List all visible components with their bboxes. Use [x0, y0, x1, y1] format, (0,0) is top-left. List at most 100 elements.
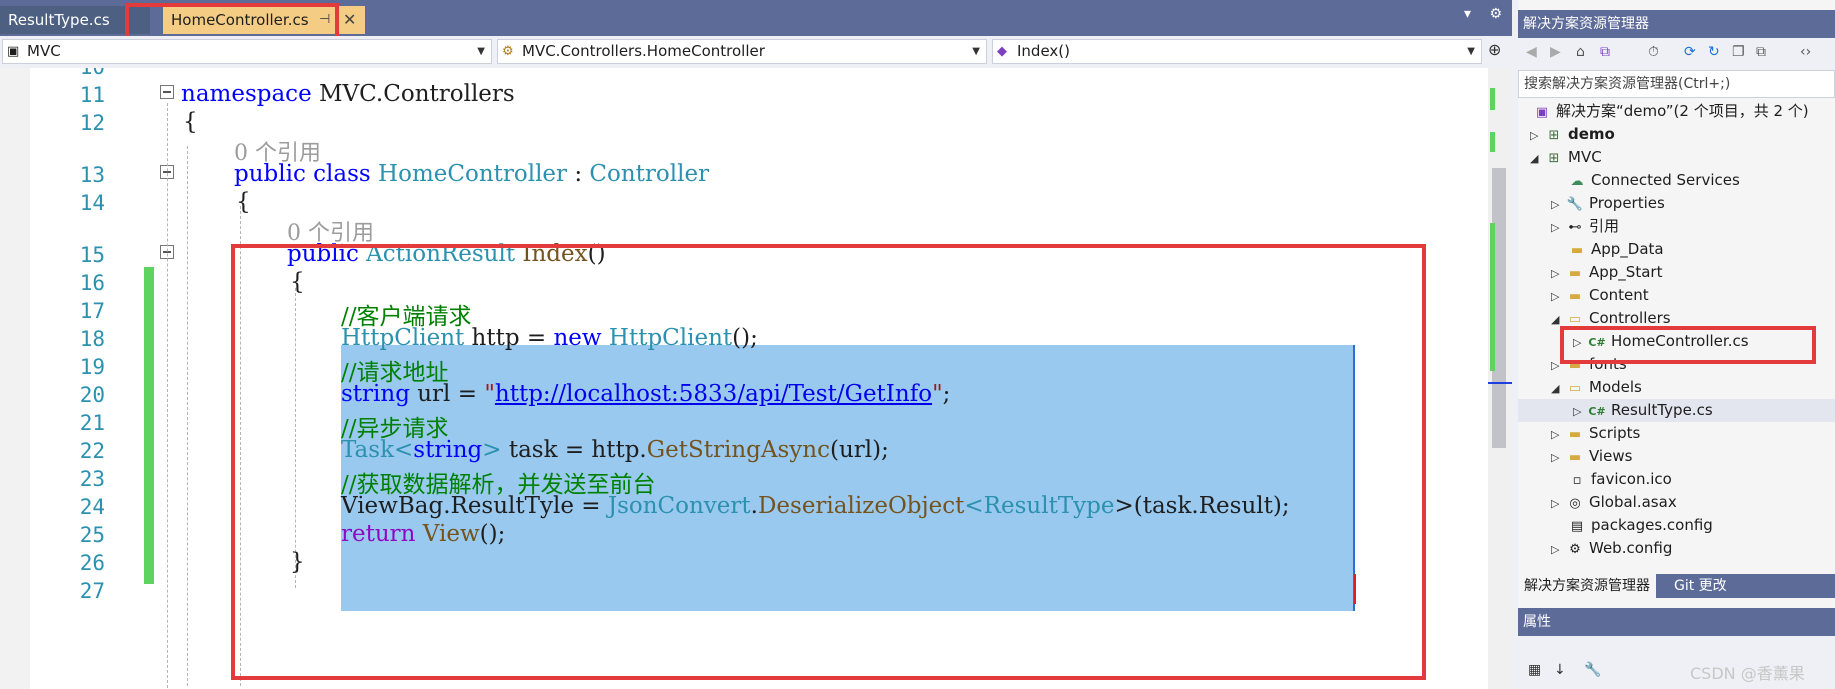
- line-number: 11: [79, 83, 105, 107]
- show-all-files-icon[interactable]: ⧉: [1756, 44, 1766, 60]
- tree-item-favicon[interactable]: ▫ favicon.ico: [1567, 468, 1672, 491]
- keyword: class: [305, 161, 371, 187]
- pending-changes-icon[interactable]: ⏱: [1648, 44, 1659, 60]
- tree-item-views[interactable]: ▷ ▬ Views: [1551, 445, 1632, 468]
- collapse-icon[interactable]: ◢: [1530, 147, 1544, 170]
- home-icon[interactable]: ⌂: [1576, 44, 1585, 60]
- expand-icon[interactable]: ▷: [1551, 492, 1565, 515]
- line-number: 25: [79, 523, 105, 547]
- tree-item-properties[interactable]: ▷ 🔧 Properties: [1551, 192, 1665, 215]
- expand-icon[interactable]: ▷: [1573, 400, 1587, 423]
- solution-icon: ▣: [1535, 105, 1549, 120]
- project-icon: ⊞: [1548, 151, 1560, 166]
- split-editor-icon[interactable]: ⊕: [1488, 40, 1501, 59]
- config-file-icon: ▤: [1570, 519, 1584, 534]
- line-number: 13: [79, 163, 105, 187]
- tree-item-references[interactable]: ▷ ⊷ 引用: [1551, 215, 1619, 238]
- collapse-all-icon[interactable]: ❐: [1732, 44, 1745, 60]
- tree-item-content[interactable]: ▷ ▬ Content: [1551, 284, 1649, 307]
- indent-guide: [167, 103, 168, 689]
- line-number: 14: [79, 191, 105, 215]
- tree-item-label: Global.asax: [1589, 493, 1677, 511]
- line-number: 24: [79, 495, 105, 519]
- tree-item-label: ResultType.cs: [1611, 401, 1713, 419]
- back-icon[interactable]: ◀: [1526, 44, 1537, 60]
- tree-item-label: Connected Services: [1591, 171, 1740, 189]
- folder-icon: ▬: [1570, 243, 1584, 258]
- wrench-icon: 🔧: [1566, 197, 1584, 212]
- properties-title: 属性: [1518, 608, 1835, 636]
- folder-icon: ▬: [1568, 427, 1582, 442]
- watermark: CSDN @香薰果: [1690, 664, 1805, 683]
- keyword: namespace: [181, 81, 312, 107]
- keyword: public: [234, 161, 306, 187]
- close-icon[interactable]: ✕: [343, 6, 356, 34]
- namespace-name: MVC.Controllers: [311, 81, 515, 107]
- solution-explorer-tab-strip: 解决方案资源管理器 Git 更改: [1518, 574, 1835, 598]
- tree-item-label: App_Start: [1589, 263, 1663, 281]
- tree-item-label: demo: [1568, 125, 1615, 143]
- wrench-icon[interactable]: 🔧: [1584, 662, 1601, 678]
- forward-icon[interactable]: ▶: [1550, 44, 1561, 60]
- expand-icon[interactable]: ▷: [1551, 423, 1565, 446]
- vertical-scrollbar[interactable]: [1488, 68, 1512, 689]
- scrollbar-position-marker: [1488, 382, 1512, 384]
- expand-icon[interactable]: ▷: [1551, 216, 1565, 239]
- tab-dropdown-icon[interactable]: ▾: [1464, 6, 1471, 22]
- highlight-box-file: [1560, 326, 1816, 364]
- line-number: 16: [79, 271, 105, 295]
- tree-item-label: favicon.ico: [1591, 470, 1672, 488]
- tree-item-demo[interactable]: ▷ ⊞ demo: [1530, 123, 1615, 146]
- expand-icon[interactable]: ▷: [1551, 538, 1565, 561]
- tree-item-label: packages.config: [1591, 516, 1713, 534]
- tab-solution-explorer[interactable]: 解决方案资源管理器: [1518, 574, 1656, 598]
- highlight-box-method: [231, 244, 1426, 680]
- tree-item-packages-config[interactable]: ▤ packages.config: [1567, 514, 1713, 537]
- tab-tools: ▾ ⚙: [1450, 6, 1502, 22]
- tab-git-changes[interactable]: Git 更改: [1668, 574, 1733, 598]
- member-dropdown[interactable]: ◆ Index() ▼: [992, 39, 1482, 64]
- sync-icon[interactable]: ⟳: [1684, 44, 1696, 60]
- tree-item-models[interactable]: ◢ ▭ Models: [1551, 376, 1642, 399]
- outline-collapse-icon[interactable]: [160, 85, 174, 99]
- folder-icon: ▬: [1568, 289, 1582, 304]
- categorized-icon[interactable]: ▦: [1528, 662, 1541, 678]
- indent-guide: [187, 146, 188, 686]
- solution-explorer-search-input[interactable]: 搜索解决方案资源管理器(Ctrl+;): [1518, 70, 1835, 98]
- tree-item-scripts[interactable]: ▷ ▬ Scripts: [1551, 422, 1640, 445]
- folder-icon: ▬: [1568, 450, 1582, 465]
- tree-item-solution[interactable]: ▣ 解决方案“demo”(2 个项目，共 2 个): [1532, 100, 1809, 123]
- project-dropdown[interactable]: ▣ MVC ▼: [2, 39, 492, 64]
- tree-item-mvc[interactable]: ◢ ⊞ MVC: [1530, 146, 1602, 169]
- chevron-down-icon: ▼: [477, 46, 485, 57]
- line-number: 12: [79, 111, 105, 135]
- expand-icon[interactable]: ▷: [1551, 285, 1565, 308]
- expand-icon[interactable]: ▷: [1551, 446, 1565, 469]
- expand-icon[interactable]: ▷: [1551, 262, 1565, 285]
- folder-icon: ▬: [1568, 266, 1582, 281]
- tree-item-connected-services[interactable]: ☁ Connected Services: [1567, 169, 1740, 192]
- tree-item-resulttype[interactable]: ▷ C# ResultType.cs: [1518, 399, 1835, 422]
- tree-item-app-start[interactable]: ▷ ▬ App_Start: [1551, 261, 1662, 284]
- code-line-14: {: [236, 189, 251, 215]
- tree-item-global-asax[interactable]: ▷ ◎ Global.asax: [1551, 491, 1677, 514]
- collapse-icon[interactable]: ◢: [1551, 377, 1565, 400]
- class-dropdown[interactable]: ⚙ MVC.Controllers.HomeController ▼: [497, 39, 987, 64]
- tree-item-label: Web.config: [1589, 539, 1673, 557]
- tree-item-label: Content: [1589, 286, 1649, 304]
- expand-icon[interactable]: ▷: [1551, 193, 1565, 216]
- refresh-icon[interactable]: ↻: [1708, 44, 1720, 60]
- line-number: 26: [79, 551, 105, 575]
- tree-item-web-config[interactable]: ▷ ⚙ Web.config: [1551, 537, 1672, 560]
- gear-icon[interactable]: ⚙: [1489, 6, 1502, 22]
- expand-icon[interactable]: ▷: [1530, 124, 1544, 147]
- references-icon: ⊷: [1568, 220, 1582, 235]
- tree-item-label: App_Data: [1591, 240, 1664, 258]
- tree-item-app-data[interactable]: ▬ App_Data: [1567, 238, 1664, 261]
- project-dropdown-value: MVC: [27, 42, 61, 60]
- alphabetical-icon[interactable]: ↓: [1554, 662, 1566, 678]
- code-view-icon[interactable]: ‹›: [1800, 44, 1811, 60]
- switch-views-icon[interactable]: ⧉: [1600, 44, 1610, 60]
- base-class: Controller: [589, 161, 710, 187]
- line-number: 21: [79, 411, 105, 435]
